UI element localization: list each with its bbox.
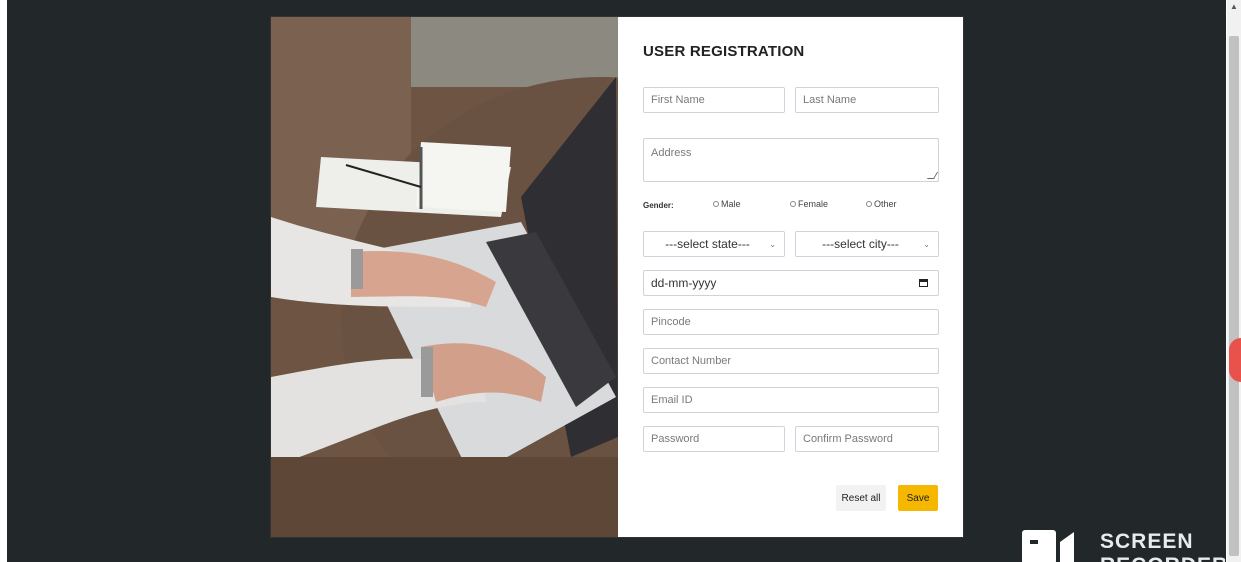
watermark-line-1: SCREEN: [1100, 530, 1194, 553]
save-button[interactable]: Save: [898, 485, 938, 511]
date-placeholder: dd-mm-yyyy: [651, 276, 717, 290]
contact-number-input[interactable]: Contact Number: [643, 348, 939, 374]
recorder-timer-bubble[interactable]: [1229, 338, 1241, 382]
pincode-input[interactable]: Pincode: [643, 309, 939, 335]
address-textarea[interactable]: Address: [643, 138, 939, 182]
gender-radio-female[interactable]: Female: [790, 199, 828, 209]
watermark-text: SCREEN RECORDER: [1100, 530, 1225, 562]
laptop-typing-photo: [271, 17, 618, 537]
chevron-down-icon: ⌄: [923, 240, 930, 249]
gender-radio-other[interactable]: Other: [866, 199, 897, 209]
date-of-birth-input[interactable]: dd-mm-yyyy: [643, 270, 939, 296]
gender-option-label: Other: [874, 199, 897, 209]
calendar-icon[interactable]: [919, 279, 928, 287]
registration-card: USER REGISTRATION First Name Last Name A…: [270, 16, 964, 538]
city-select[interactable]: ---select city--- ⌄: [795, 231, 939, 257]
radio-icon[interactable]: [866, 201, 872, 207]
city-select-value: ---select city---: [822, 237, 899, 251]
address-placeholder: Address: [651, 147, 692, 159]
scroll-up-arrow-icon[interactable]: ▲: [1229, 2, 1239, 12]
radio-icon[interactable]: [713, 201, 719, 207]
gender-label: Gender:: [643, 201, 674, 210]
watermark-line-2: RECORDER: [1100, 554, 1225, 562]
password-input[interactable]: Password: [643, 426, 785, 452]
form-title: USER REGISTRATION: [643, 43, 805, 60]
vertical-scrollbar[interactable]: ▲: [1227, 0, 1241, 562]
camera-icon: [1022, 530, 1074, 562]
email-input[interactable]: Email ID: [643, 387, 939, 413]
registration-form: USER REGISTRATION First Name Last Name A…: [618, 17, 963, 537]
photo-illustration: [271, 17, 618, 537]
scroll-thumb[interactable]: [1229, 36, 1239, 556]
radio-icon[interactable]: [790, 201, 796, 207]
reset-all-button[interactable]: Reset all: [836, 485, 886, 511]
state-select-value: ---select state---: [665, 237, 750, 251]
gender-radio-male[interactable]: Male: [713, 199, 741, 209]
chevron-down-icon: ⌄: [769, 240, 776, 249]
screen-recorder-watermark: SCREEN RECORDER: [1020, 528, 1225, 562]
state-select[interactable]: ---select state--- ⌄: [643, 231, 785, 257]
resize-handle-icon[interactable]: [926, 172, 939, 179]
gender-option-label: Male: [721, 199, 741, 209]
first-name-input[interactable]: First Name: [643, 87, 785, 113]
confirm-password-input[interactable]: Confirm Password: [795, 426, 939, 452]
gender-option-label: Female: [798, 199, 829, 209]
last-name-input[interactable]: Last Name: [795, 87, 939, 113]
